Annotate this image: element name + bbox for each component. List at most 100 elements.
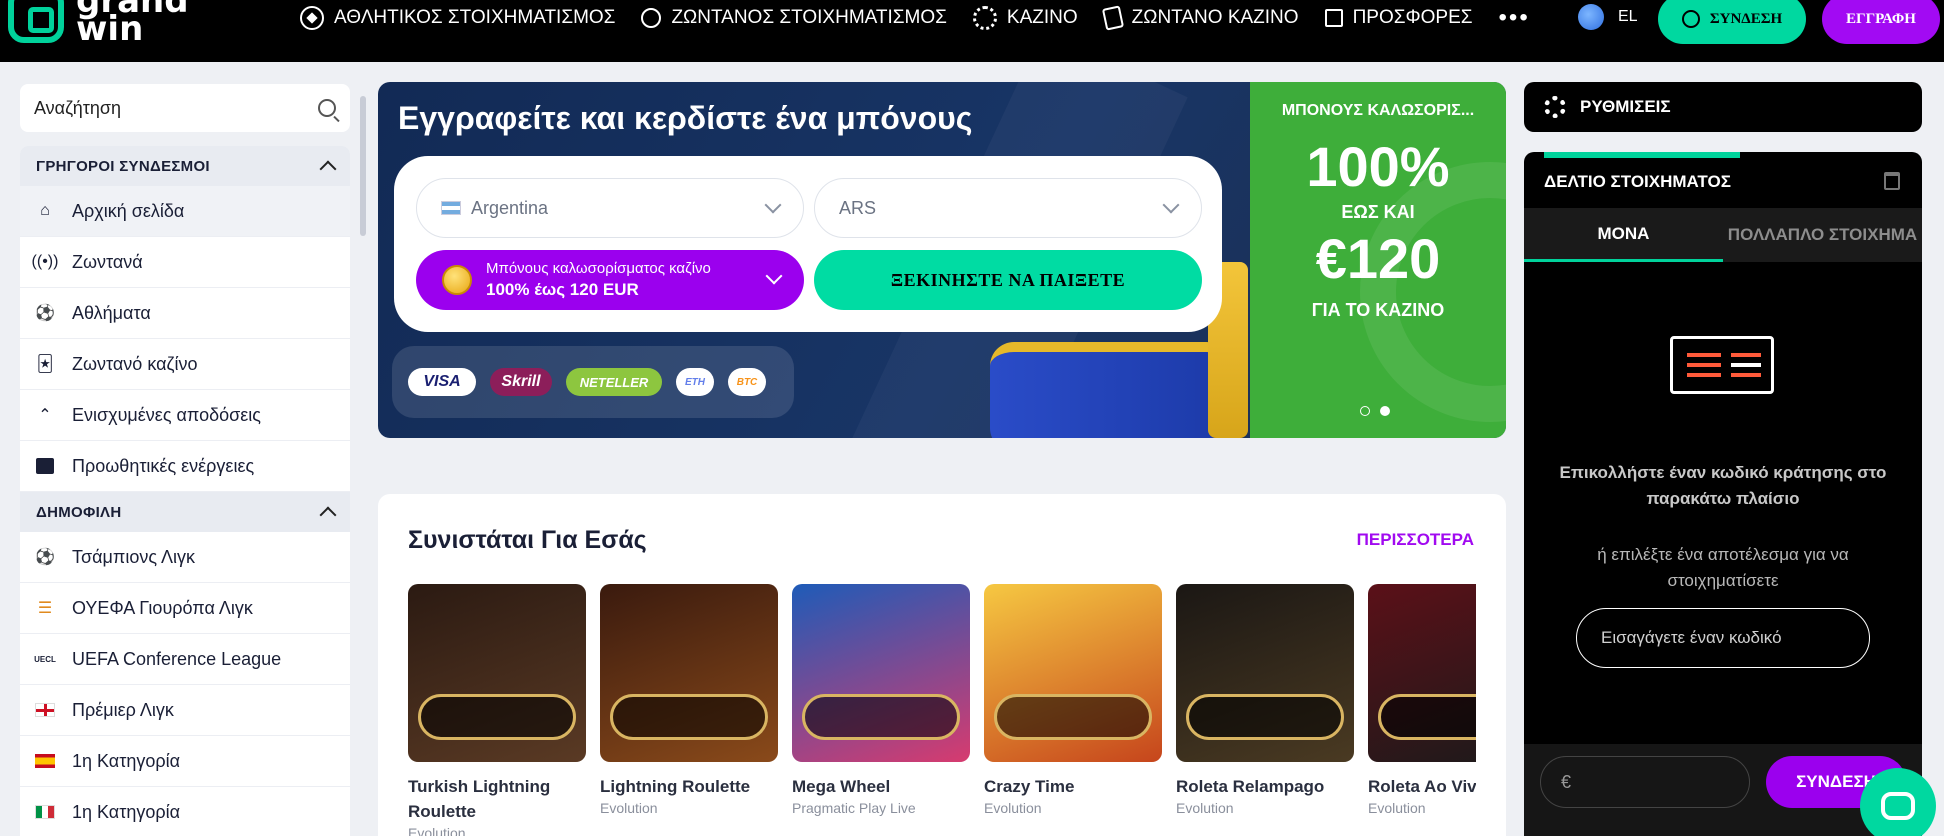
sidebar-item-label: Ενισχυμένες αποδόσεις	[72, 404, 261, 425]
champions-league-icon: ⚽	[35, 549, 55, 566]
game-card[interactable]: Mega Wheel Pragmatic Play Live	[792, 584, 970, 816]
argentina-flag-icon	[441, 201, 461, 215]
game-logo	[1186, 694, 1344, 740]
register-button[interactable]: ΕΓΓΡΑΦΗ	[1822, 0, 1940, 44]
gift-icon	[34, 455, 56, 477]
currency-select[interactable]: ARS	[814, 178, 1202, 238]
bet-slip-tabs: ΜΟΝΑ ΠΟΛΛΑΠΛΟ ΣΤΟΙΧΗΜΑ	[1524, 208, 1922, 262]
tab-multiple[interactable]: ΠΟΛΛΑΠΛΟ ΣΤΟΙΧΗΜΑ	[1723, 208, 1922, 262]
logo[interactable]: grand win	[8, 0, 189, 49]
gift-icon	[1324, 9, 1343, 27]
sidebar-item-premier-league[interactable]: Πρέμιερ Λιγκ	[20, 685, 350, 736]
carousel-dot[interactable]	[1360, 406, 1370, 416]
promo-slide[interactable]: ΜΠΟΝΟΥΣ ΚΑΛΩΣΟΡΙΣ... 100% ΕΩΣ ΚΑΙ €120 Γ…	[1250, 82, 1506, 438]
bonus-name: Μπόνους καλωσορίσματος καζίνο	[486, 260, 711, 277]
game-card[interactable]: Roleta Relampago Evolution	[1176, 584, 1354, 816]
country-select[interactable]: Argentina	[416, 178, 804, 238]
nav-label: ΖΩΝΤΑΝΟ ΚΑΖΙΝΟ	[1131, 7, 1299, 28]
game-name[interactable]: Roleta Ao Vivo	[1368, 774, 1476, 799]
sidebar-item-label: Αρχική σελίδα	[72, 200, 185, 221]
carousel-dot-active[interactable]	[1380, 406, 1390, 416]
nav-label: ΑΘΛΗΤΙΚΟΣ ΣΤΟΙΧΗΜΑΤΙΣΜΟΣ	[334, 7, 616, 28]
sidebar-item-promotions[interactable]: Προωθητικές ενέργειες	[20, 441, 350, 492]
sidebar-item-europa-league[interactable]: ☰ ΟΥΕΦΑ Γιουρόπα Λιγκ	[20, 583, 350, 634]
coin-icon	[442, 265, 472, 295]
game-card[interactable]: Turkish Lightning Roulette Evolution	[408, 584, 586, 836]
gear-icon	[1544, 96, 1566, 118]
game-thumbnail[interactable]	[600, 584, 778, 762]
login-button[interactable]: ΣΥΝΔΕΣΗ	[1658, 0, 1806, 44]
england-flag-icon	[34, 699, 56, 721]
country-value: Argentina	[471, 197, 549, 218]
main-nav: ΑΘΛΗΤΙΚΟΣ ΣΤΟΙΧΗΜΑΤΙΣΜΟΣ ΖΩΝΤΑΝΟΣ ΣΤΟΙΧΗ…	[300, 0, 1530, 36]
search-input[interactable]	[34, 97, 318, 119]
sidebar-item-champions-league[interactable]: ⚽ Τσάμπιονς Λιγκ	[20, 532, 350, 583]
game-card[interactable]: Roleta Ao Vivo Evolution	[1368, 584, 1476, 816]
popular-header[interactable]: ΔΗΜΟΦΙΛΗ	[20, 492, 350, 532]
booking-code-message: Επικολλήστε έναν κωδικό κράτησης στο παρ…	[1559, 463, 1887, 508]
game-thumbnail[interactable]	[792, 584, 970, 762]
chevron-up-icon	[319, 506, 337, 524]
select-outcome-message: ή επιλέξτε ένα αποτέλεσμα για να στοιχημ…	[1597, 545, 1849, 590]
stake-input[interactable]: €	[1540, 756, 1750, 808]
settings-label: ΡΥΘΜΙΣΕΙΣ	[1580, 97, 1671, 116]
bonus-select[interactable]: Μπόνους καλωσορίσματος καζίνο 100% έως 1…	[416, 250, 804, 310]
game-provider: Evolution	[600, 800, 658, 816]
sidebar-scrollbar[interactable]	[360, 96, 366, 236]
italy-flag-icon	[34, 801, 56, 823]
game-card[interactable]: Crazy Time Evolution	[984, 584, 1162, 816]
visa-mastercard-icon: VISA	[408, 368, 476, 396]
stopwatch-icon	[641, 8, 662, 28]
nav-promotions[interactable]: ΠΡΟΣΦΟΡΕΣ	[1324, 7, 1473, 29]
nav-label: ΠΡΟΣΦΟΡΕΣ	[1352, 7, 1473, 28]
game-name[interactable]: Roleta Relampago	[1176, 774, 1354, 799]
chevron-down-icon	[765, 267, 783, 285]
more-menu-icon[interactable]: •••	[1499, 4, 1530, 32]
sidebar-item-serie-a[interactable]: 1η Κατηγορία	[20, 787, 350, 836]
payment-methods: VISA Skrill NETELLER ETH BTC	[392, 346, 794, 418]
conference-league-icon: UECL	[34, 654, 56, 664]
trash-icon[interactable]	[1884, 172, 1900, 190]
language-selector[interactable]: EL	[1578, 4, 1638, 30]
game-name[interactable]: Turkish Lightning Roulette	[408, 774, 586, 824]
soccer-ball-icon	[300, 6, 324, 30]
game-card[interactable]: Lightning Roulette Evolution	[600, 584, 778, 816]
game-thumbnail[interactable]	[1176, 584, 1354, 762]
start-playing-button[interactable]: ΞΕΚΙΝΗΣΤΕ ΝΑ ΠΑΙΞΕΤΕ	[814, 250, 1202, 310]
more-link[interactable]: ΠΕΡΙΣΣΟΤΕΡΑ	[1357, 530, 1474, 550]
sidebar-item-label: Πρέμιερ Λιγκ	[72, 699, 174, 720]
banner-decoration	[990, 342, 1230, 438]
sidebar-item-live-casino[interactable]: 🃏 Ζωντανό καζίνο	[20, 339, 350, 390]
tab-singles[interactable]: ΜΟΝΑ	[1524, 208, 1723, 262]
sidebar-item-label: Προωθητικές ενέργειες	[72, 455, 255, 476]
game-thumbnail[interactable]	[984, 584, 1162, 762]
sidebar-item-conference-league[interactable]: UECL UEFA Conference League	[20, 634, 350, 685]
search-icon[interactable]	[318, 99, 336, 117]
ticket-icon	[1670, 336, 1774, 394]
game-thumbnail[interactable]	[1368, 584, 1476, 762]
sidebar-item-boosted-odds[interactable]: ⌃ Ενισχυμένες αποδόσεις	[20, 390, 350, 441]
live-chat-button[interactable]	[1860, 768, 1936, 836]
nav-sports-betting[interactable]: ΑΘΛΗΤΙΚΟΣ ΣΤΟΙΧΗΜΑΤΙΣΜΟΣ	[300, 6, 615, 30]
nav-casino[interactable]: ΚΑΖΙΝΟ	[972, 6, 1078, 30]
booking-code-input[interactable]	[1576, 608, 1870, 668]
logo-text: grand win	[76, 0, 189, 49]
sidebar-item-laliga[interactable]: 1η Κατηγορία	[20, 736, 350, 787]
game-thumbnail[interactable]	[408, 584, 586, 762]
game-logo	[418, 694, 576, 740]
sidebar-item-sports[interactable]: ⚽ Αθλήματα	[20, 288, 350, 339]
sidebar-item-live[interactable]: ((•)) Ζωντανά	[20, 237, 350, 288]
quick-links-header[interactable]: ΓΡΗΓΟΡΟΙ ΣΥΝΔΕΣΜΟΙ	[20, 146, 350, 186]
currency-value: ARS	[839, 197, 877, 218]
game-name[interactable]: Mega Wheel	[792, 774, 970, 799]
soccer-ball-icon: ⚽	[35, 305, 55, 322]
nav-live-betting[interactable]: ΖΩΝΤΑΝΟΣ ΣΤΟΙΧΗΜΑΤΙΣΜΟΣ	[641, 7, 947, 29]
sidebar-item-home[interactable]: ⌂ Αρχική σελίδα	[20, 186, 350, 237]
promo-percent: 100%	[1306, 135, 1450, 198]
settings-button[interactable]: ΡΥΘΜΙΣΕΙΣ	[1524, 82, 1922, 132]
game-name[interactable]: Lightning Roulette	[600, 774, 778, 799]
cards-icon: 🃏	[36, 356, 54, 373]
game-logo	[610, 694, 768, 740]
nav-live-casino[interactable]: ΖΩΝΤΑΝΟ ΚΑΖΙΝΟ	[1101, 5, 1299, 31]
game-name[interactable]: Crazy Time	[984, 774, 1162, 799]
